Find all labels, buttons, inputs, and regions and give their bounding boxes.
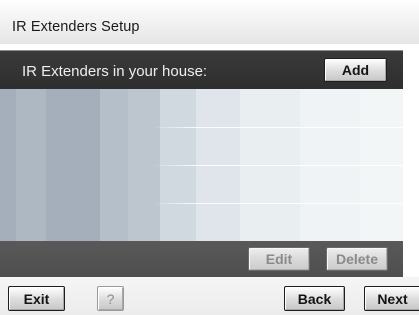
- page-title: IR Extenders Setup: [12, 19, 140, 35]
- ir-extenders-setup-screen: IR Extenders Setup IR Extenders in your …: [0, 0, 419, 315]
- ir-extenders-list[interactable]: [0, 89, 403, 241]
- list-header-label: IR Extenders in your house:: [22, 63, 208, 80]
- navigation-bar: Exit ? Back Next: [0, 277, 419, 315]
- list-actions-bar: Edit Delete: [0, 241, 403, 277]
- list-item[interactable]: [0, 204, 403, 241]
- list-item[interactable]: [0, 166, 403, 203]
- next-button[interactable]: Next: [364, 286, 419, 311]
- back-button[interactable]: Back: [284, 286, 345, 311]
- add-button[interactable]: Add: [324, 58, 387, 82]
- list-item[interactable]: [0, 89, 403, 127]
- exit-button[interactable]: Exit: [8, 286, 65, 311]
- title-bar: IR Extenders Setup: [0, 0, 419, 44]
- delete-button[interactable]: Delete: [326, 247, 388, 271]
- list-header: IR Extenders in your house: Add: [0, 50, 403, 89]
- list-item[interactable]: [0, 128, 403, 165]
- edit-button[interactable]: Edit: [248, 247, 310, 271]
- help-button[interactable]: ?: [97, 286, 124, 311]
- right-gutter: [403, 44, 419, 277]
